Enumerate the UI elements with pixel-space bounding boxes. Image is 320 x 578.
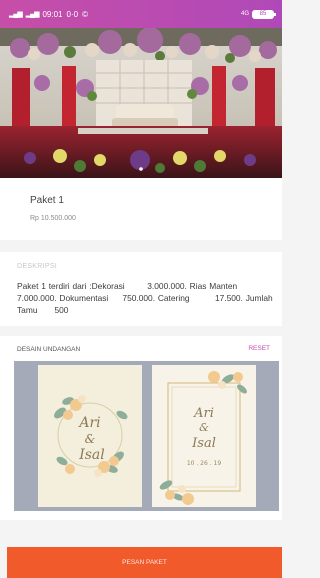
status-bar: ▂▄▆ ▂▄▆ 09:01 0·0 © 4G 85 [0,0,282,28]
package-card: Paket 1 Rp 10.500.000 [0,178,282,240]
package-title: Paket 1 [30,195,64,206]
clock: 09:01 [42,9,63,19]
carousel-dot[interactable] [139,167,143,171]
description-text: Paket 1 terdiri dari :Dekorasi 3.000.000… [17,281,276,315]
design-card: DESAIN UNDANGAN RESET Ari & Isal Ari & I… [0,336,282,520]
svg-text:Isal: Isal [78,447,105,463]
signal-icon: ▂▄▆ [9,11,23,18]
invitation-card-left[interactable]: Ari & Isal [38,365,142,507]
svg-text:Isal: Isal [191,436,216,451]
floral-frame-design: Ari & Isal 10 . 26 . 19 [152,365,256,507]
design-label: DESAIN UNDANGAN [17,346,81,353]
wedding-stage-photo [0,28,282,178]
svg-text:Ari: Ari [77,415,100,431]
network-label: 4G [240,11,249,17]
description-label: DESKRIPSI [17,263,58,270]
invitation-card-right[interactable]: Ari & Isal 10 . 26 . 19 [152,365,256,507]
floral-wreath-design: Ari & Isal [38,365,142,507]
battery-icon: 85 [252,9,276,19]
svg-text:&: & [199,421,209,434]
signal-icon: ▂▄▆ [25,11,40,18]
reset-button[interactable]: RESET [248,345,270,352]
svg-text:10 . 26 . 19: 10 . 26 . 19 [187,460,222,467]
package-price: Rp 10.500.000 [30,215,76,222]
svg-text:&: & [85,432,96,446]
whatsapp-icon: © [82,9,88,19]
svg-text:Ari: Ari [193,406,214,421]
order-package-button[interactable]: PESAN PAKET [7,547,282,578]
design-preview[interactable]: Ari & Isal Ari & Isal 10 . 26 . 19 [14,361,279,511]
description-card: DESKRIPSI Paket 1 terdiri dari :Dekorasi… [0,252,282,326]
hero-image[interactable] [0,28,282,178]
status-extra: 0·0 [66,9,79,19]
